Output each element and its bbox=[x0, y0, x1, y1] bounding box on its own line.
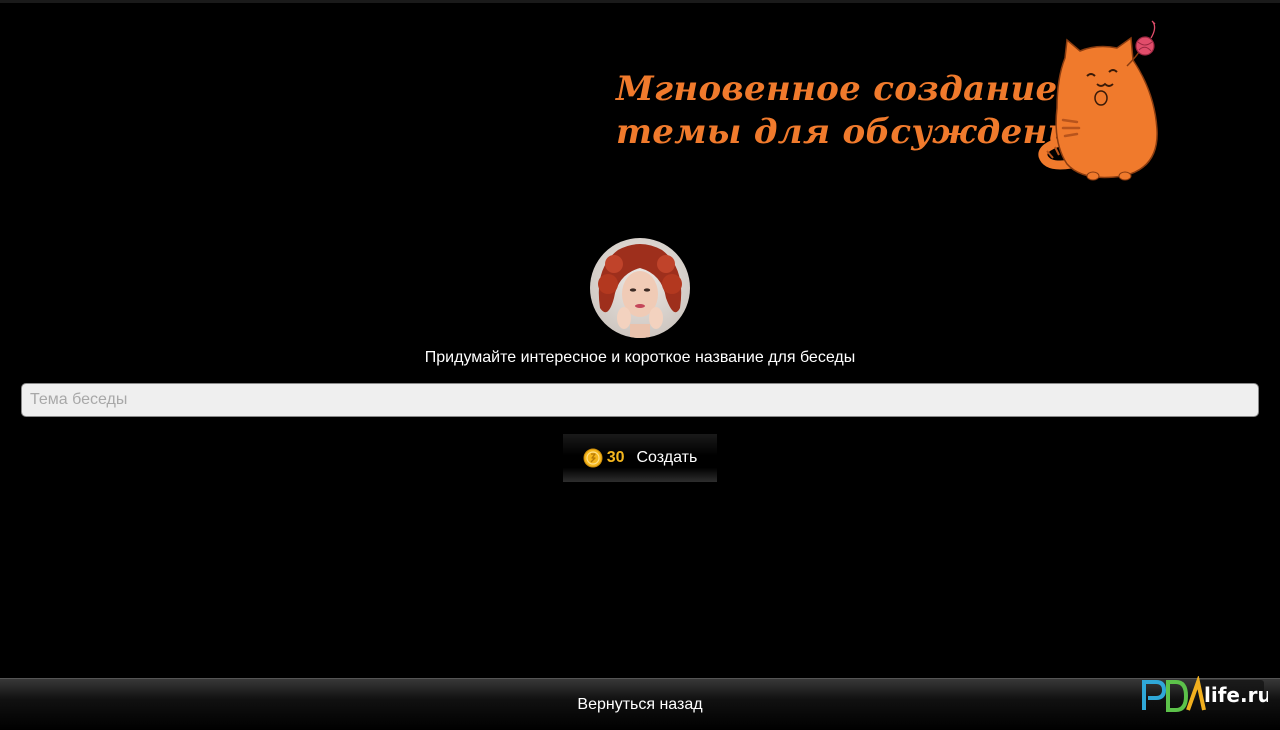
create-button[interactable]: 30 Создать bbox=[563, 434, 717, 482]
watermark-text: life.ru bbox=[1204, 683, 1268, 707]
back-button[interactable]: Вернуться назад bbox=[0, 678, 1280, 730]
topic-input[interactable] bbox=[21, 383, 1259, 417]
topic-prompt: Придумайте интересное и короткое названи… bbox=[424, 349, 856, 366]
user-avatar-photo bbox=[590, 238, 690, 338]
pda-life-logo: life.ru bbox=[1142, 676, 1268, 712]
promo-banner: Мгновенное создание темы для обсуждения! bbox=[0, 0, 1280, 200]
coin-icon bbox=[583, 448, 603, 468]
promo-line-1: Мгновенное создание bbox=[616, 69, 1058, 109]
promo-line-2: темы для обсуждения! bbox=[616, 112, 1116, 152]
back-button-label: Вернуться назад bbox=[577, 695, 703, 713]
create-cost: 30 bbox=[606, 449, 625, 466]
avatar-image bbox=[590, 238, 690, 338]
create-button-label: Создать bbox=[636, 449, 698, 466]
promo-headline: Мгновенное создание темы для обсуждения! bbox=[616, 68, 1116, 154]
cat-with-yarn-icon bbox=[1038, 20, 1158, 181]
